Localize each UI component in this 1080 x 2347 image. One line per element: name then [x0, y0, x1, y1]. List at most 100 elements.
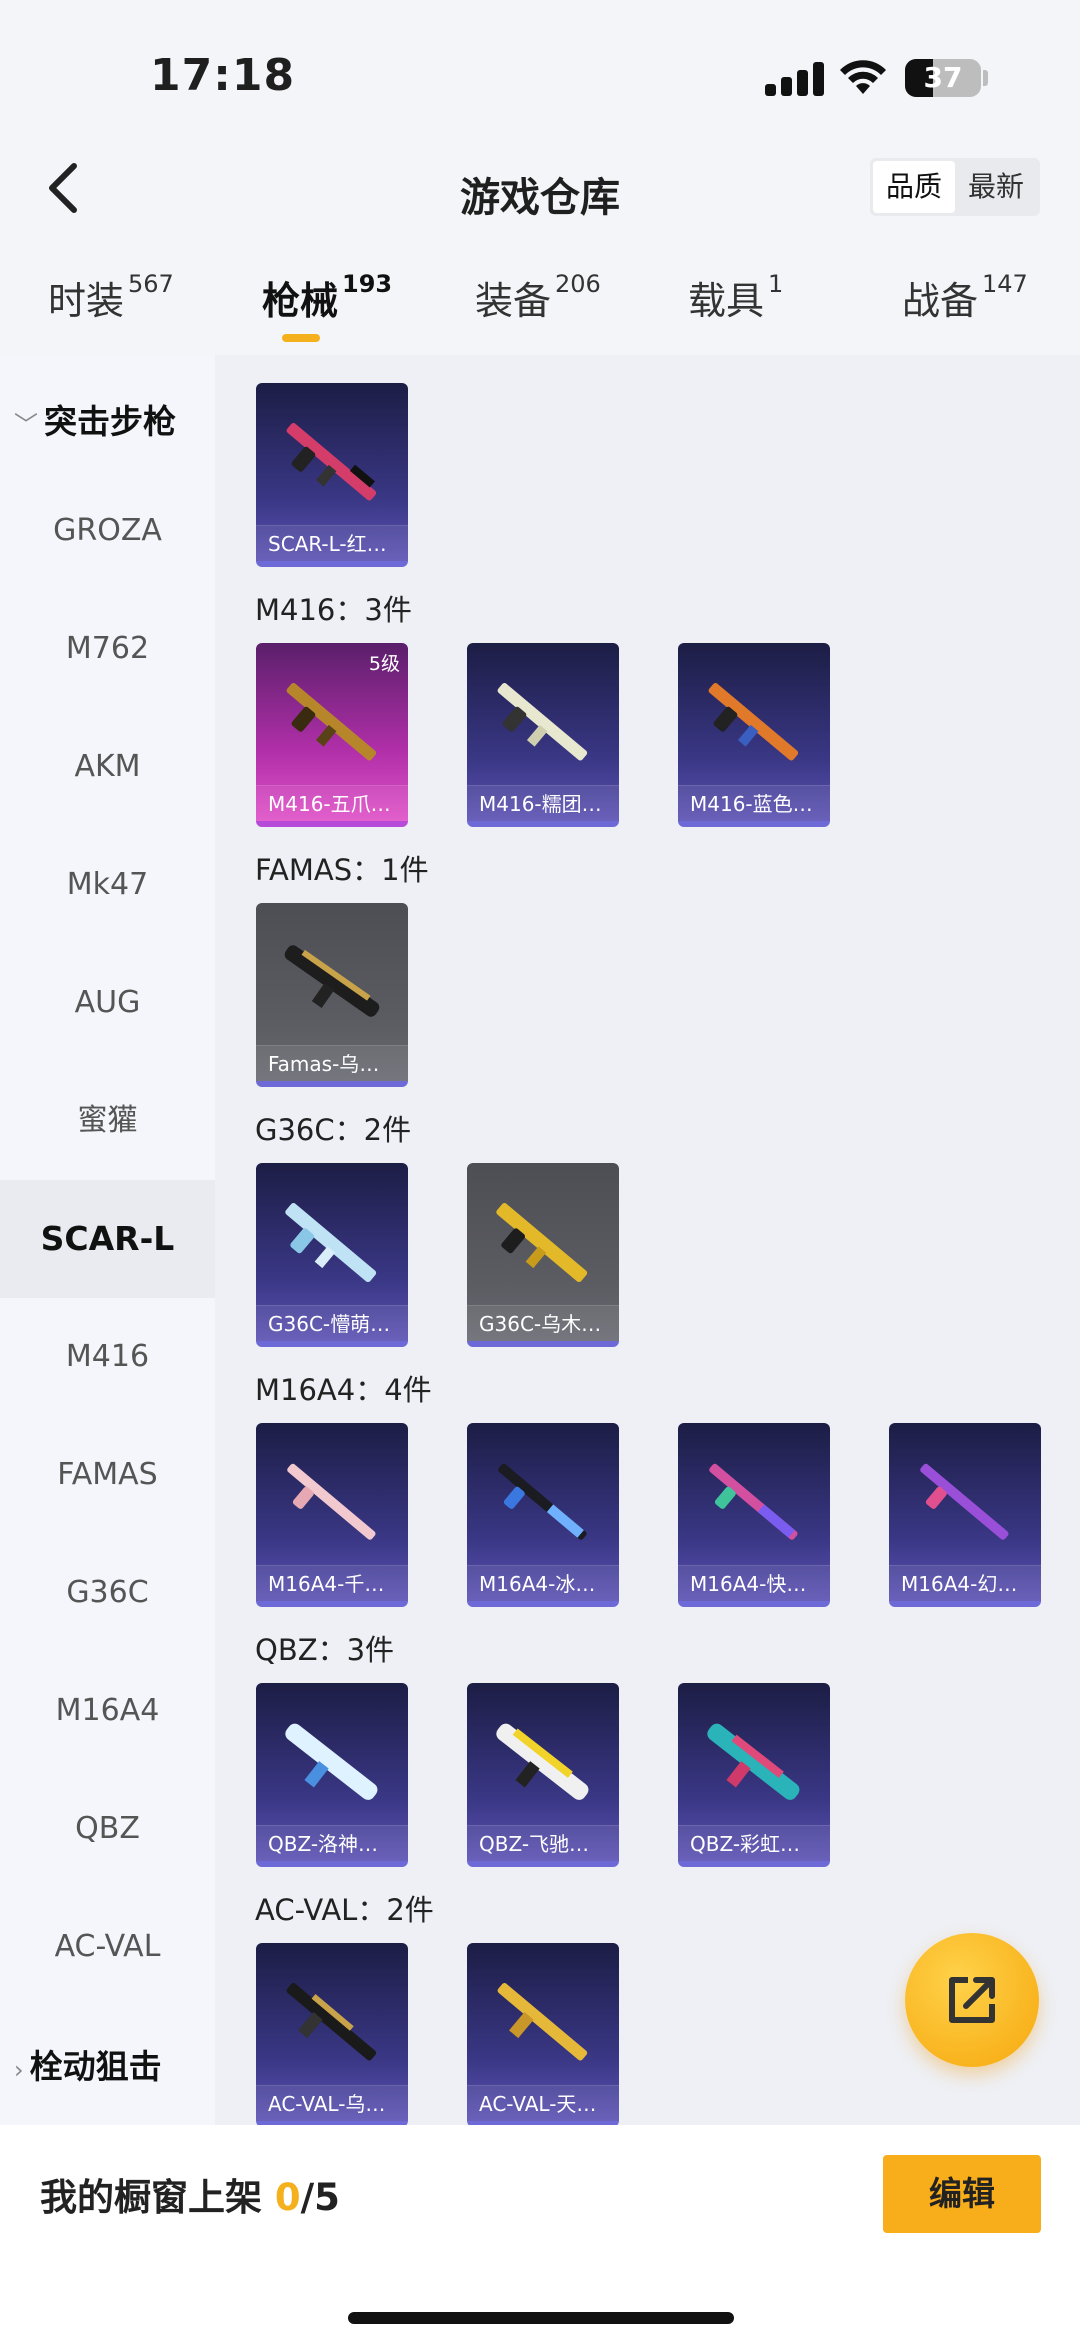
rifle-icon — [707, 1723, 800, 1800]
weapon-card[interactable]: SCAR-L-红… — [256, 383, 408, 567]
weapon-card[interactable]: M16A4-千… — [256, 1423, 408, 1607]
weapon-card[interactable]: M416-蓝色… — [678, 643, 830, 827]
tab-vehicles[interactable]: 载具 1 — [688, 270, 783, 325]
showcase-current-count: 0 — [274, 2176, 301, 2219]
edit-button[interactable]: 编辑 — [883, 2155, 1041, 2233]
showcase-total-count: /5 — [300, 2176, 340, 2219]
weapon-card[interactable]: AC-VAL-天… — [467, 1943, 619, 2125]
sidebar-group-bolt-action[interactable]: › 栓动狙击 — [14, 2040, 214, 2088]
sidebar-item-m416[interactable]: M416 — [0, 1298, 215, 1416]
weapon-card-name: AC-VAL-乌… — [256, 2085, 408, 2121]
sidebar-item-scar-l[interactable]: SCAR-L — [0, 1180, 215, 1298]
rifle-icon — [497, 683, 588, 761]
chevron-down-icon: ﹀ — [14, 411, 38, 439]
tab-label: 载具 — [688, 279, 765, 323]
rifle-icon — [709, 1463, 798, 1540]
battery-icon: 37 — [905, 59, 981, 97]
weapon-group-label: G36C：2件 — [255, 1113, 412, 1147]
weapon-card-name: M16A4-幻… — [889, 1565, 1041, 1601]
rifle-icon — [708, 683, 799, 761]
sidebar-group-assault-rifles[interactable]: ﹀ 突击步枪 — [14, 395, 214, 443]
tab-count: 147 — [982, 270, 1028, 299]
sidebar-item-groza[interactable]: GROZA — [0, 472, 215, 590]
weapon-card[interactable]: QBZ-彩虹符号 — [678, 1683, 830, 1867]
weapon-card-name: M16A4-千… — [256, 1565, 408, 1601]
weapon-card[interactable]: Famas-乌木… — [256, 903, 408, 1087]
weapon-card[interactable]: G36C-乌木… — [467, 1163, 619, 1347]
status-bar: 17:18 37 — [0, 0, 1080, 150]
weapon-card[interactable]: 5级 M416-五爪… — [256, 643, 408, 827]
category-tabs: 时装 567 枪械 193 装备 206 载具 1 战备 147 — [0, 270, 1080, 350]
share-icon — [949, 1977, 995, 2023]
sidebar-item-g36c[interactable]: G36C — [0, 1534, 215, 1652]
weapon-card[interactable]: QBZ-洛神天依 — [256, 1683, 408, 1867]
weapon-card[interactable]: M16A4-快… — [678, 1423, 830, 1607]
rifle-icon — [498, 1463, 587, 1540]
weapon-card-name: M16A4-快… — [678, 1565, 830, 1601]
active-tab-indicator — [282, 334, 320, 342]
sidebar-item-ac-val[interactable]: AC-VAL — [0, 1888, 215, 2006]
status-time: 17:18 — [150, 50, 296, 101]
rifle-icon — [286, 423, 377, 501]
sidebar-item-m16a4[interactable]: M16A4 — [0, 1652, 215, 1770]
sort-option-quality[interactable]: 品质 — [873, 161, 955, 213]
weapon-category-sidebar: ﹀ 突击步枪 GROZA M762 AKM Mk47 AUG 蜜獾 SCAR-L … — [0, 355, 215, 2125]
rifle-icon — [497, 1983, 588, 2061]
weapon-card[interactable]: AC-VAL-乌… — [256, 1943, 408, 2125]
sort-toggle[interactable]: 品质 最新 — [870, 158, 1040, 216]
tab-count: 567 — [128, 270, 174, 299]
weapon-card-name: QBZ-彩虹符号 — [678, 1825, 830, 1861]
sidebar-item-honey-badger[interactable]: 蜜獾 — [0, 1062, 215, 1180]
weapon-group-label: FAMAS：1件 — [255, 853, 429, 887]
weapon-card-name: M416-五爪… — [256, 785, 408, 821]
rifle-icon — [286, 683, 377, 761]
weapon-card[interactable]: QBZ-飞驰魅影 — [467, 1683, 619, 1867]
sidebar-item-famas[interactable]: FAMAS — [0, 1416, 215, 1534]
battery-percent: 37 — [923, 61, 963, 94]
tab-count: 1 — [768, 270, 784, 299]
home-indicator[interactable] — [348, 2312, 734, 2324]
sidebar-group-label: 栓动狙击 — [29, 2047, 162, 2086]
tab-label: 时装 — [48, 279, 125, 323]
battery-nub — [983, 70, 988, 86]
tab-label: 枪械 — [262, 279, 339, 323]
weapon-group-label: M16A4：4件 — [255, 1373, 432, 1407]
sidebar-item-aug[interactable]: AUG — [0, 944, 215, 1062]
rifle-icon — [920, 1463, 1009, 1540]
share-floating-button[interactable] — [905, 1933, 1039, 2067]
weapon-card[interactable]: M416-糯团… — [467, 643, 619, 827]
weapon-group-label: M416：3件 — [255, 593, 412, 627]
tab-equipment[interactable]: 装备 206 — [475, 270, 601, 325]
weapon-card-name: G36C-乌木… — [467, 1305, 619, 1341]
tab-fashion[interactable]: 时装 567 — [48, 270, 174, 325]
tab-count: 206 — [555, 270, 601, 299]
rifle-icon — [286, 1983, 377, 2061]
tab-guns[interactable]: 枪械 193 — [262, 270, 392, 325]
showcase-label: 我的橱窗上架 — [40, 2176, 262, 2219]
tab-supplies[interactable]: 战备 147 — [902, 270, 1028, 325]
sidebar-item-m762[interactable]: M762 — [0, 590, 215, 708]
tab-label: 战备 — [902, 279, 979, 323]
rifle-icon — [285, 1203, 377, 1283]
rifle-icon — [496, 1723, 589, 1800]
weapon-card[interactable]: M16A4-幻… — [889, 1423, 1041, 1607]
wifi-icon — [840, 60, 886, 94]
weapon-card-name: QBZ-洛神天依 — [256, 1825, 408, 1861]
rifle-icon — [285, 1723, 378, 1800]
weapon-card-name: Famas-乌木… — [256, 1045, 408, 1081]
sidebar-item-qbz[interactable]: QBZ — [0, 1770, 215, 1888]
weapon-card[interactable]: G36C-懵萌… — [256, 1163, 408, 1347]
weapon-card-name: AC-VAL-天… — [467, 2085, 619, 2121]
weapon-card-name: SCAR-L-红… — [256, 525, 408, 561]
weapon-group-label: QBZ：3件 — [255, 1633, 395, 1667]
sidebar-item-akm[interactable]: AKM — [0, 708, 215, 826]
rifle-icon — [284, 945, 380, 1017]
weapon-card[interactable]: M16A4-冰… — [467, 1423, 619, 1607]
sort-option-newest[interactable]: 最新 — [955, 161, 1037, 213]
rifle-icon — [496, 1203, 588, 1283]
weapon-group-label: AC-VAL：2件 — [255, 1893, 434, 1927]
tab-count: 193 — [342, 270, 393, 299]
rifle-icon — [287, 1463, 376, 1540]
weapon-card-name: M16A4-冰… — [467, 1565, 619, 1601]
sidebar-item-mk47[interactable]: Mk47 — [0, 826, 215, 944]
